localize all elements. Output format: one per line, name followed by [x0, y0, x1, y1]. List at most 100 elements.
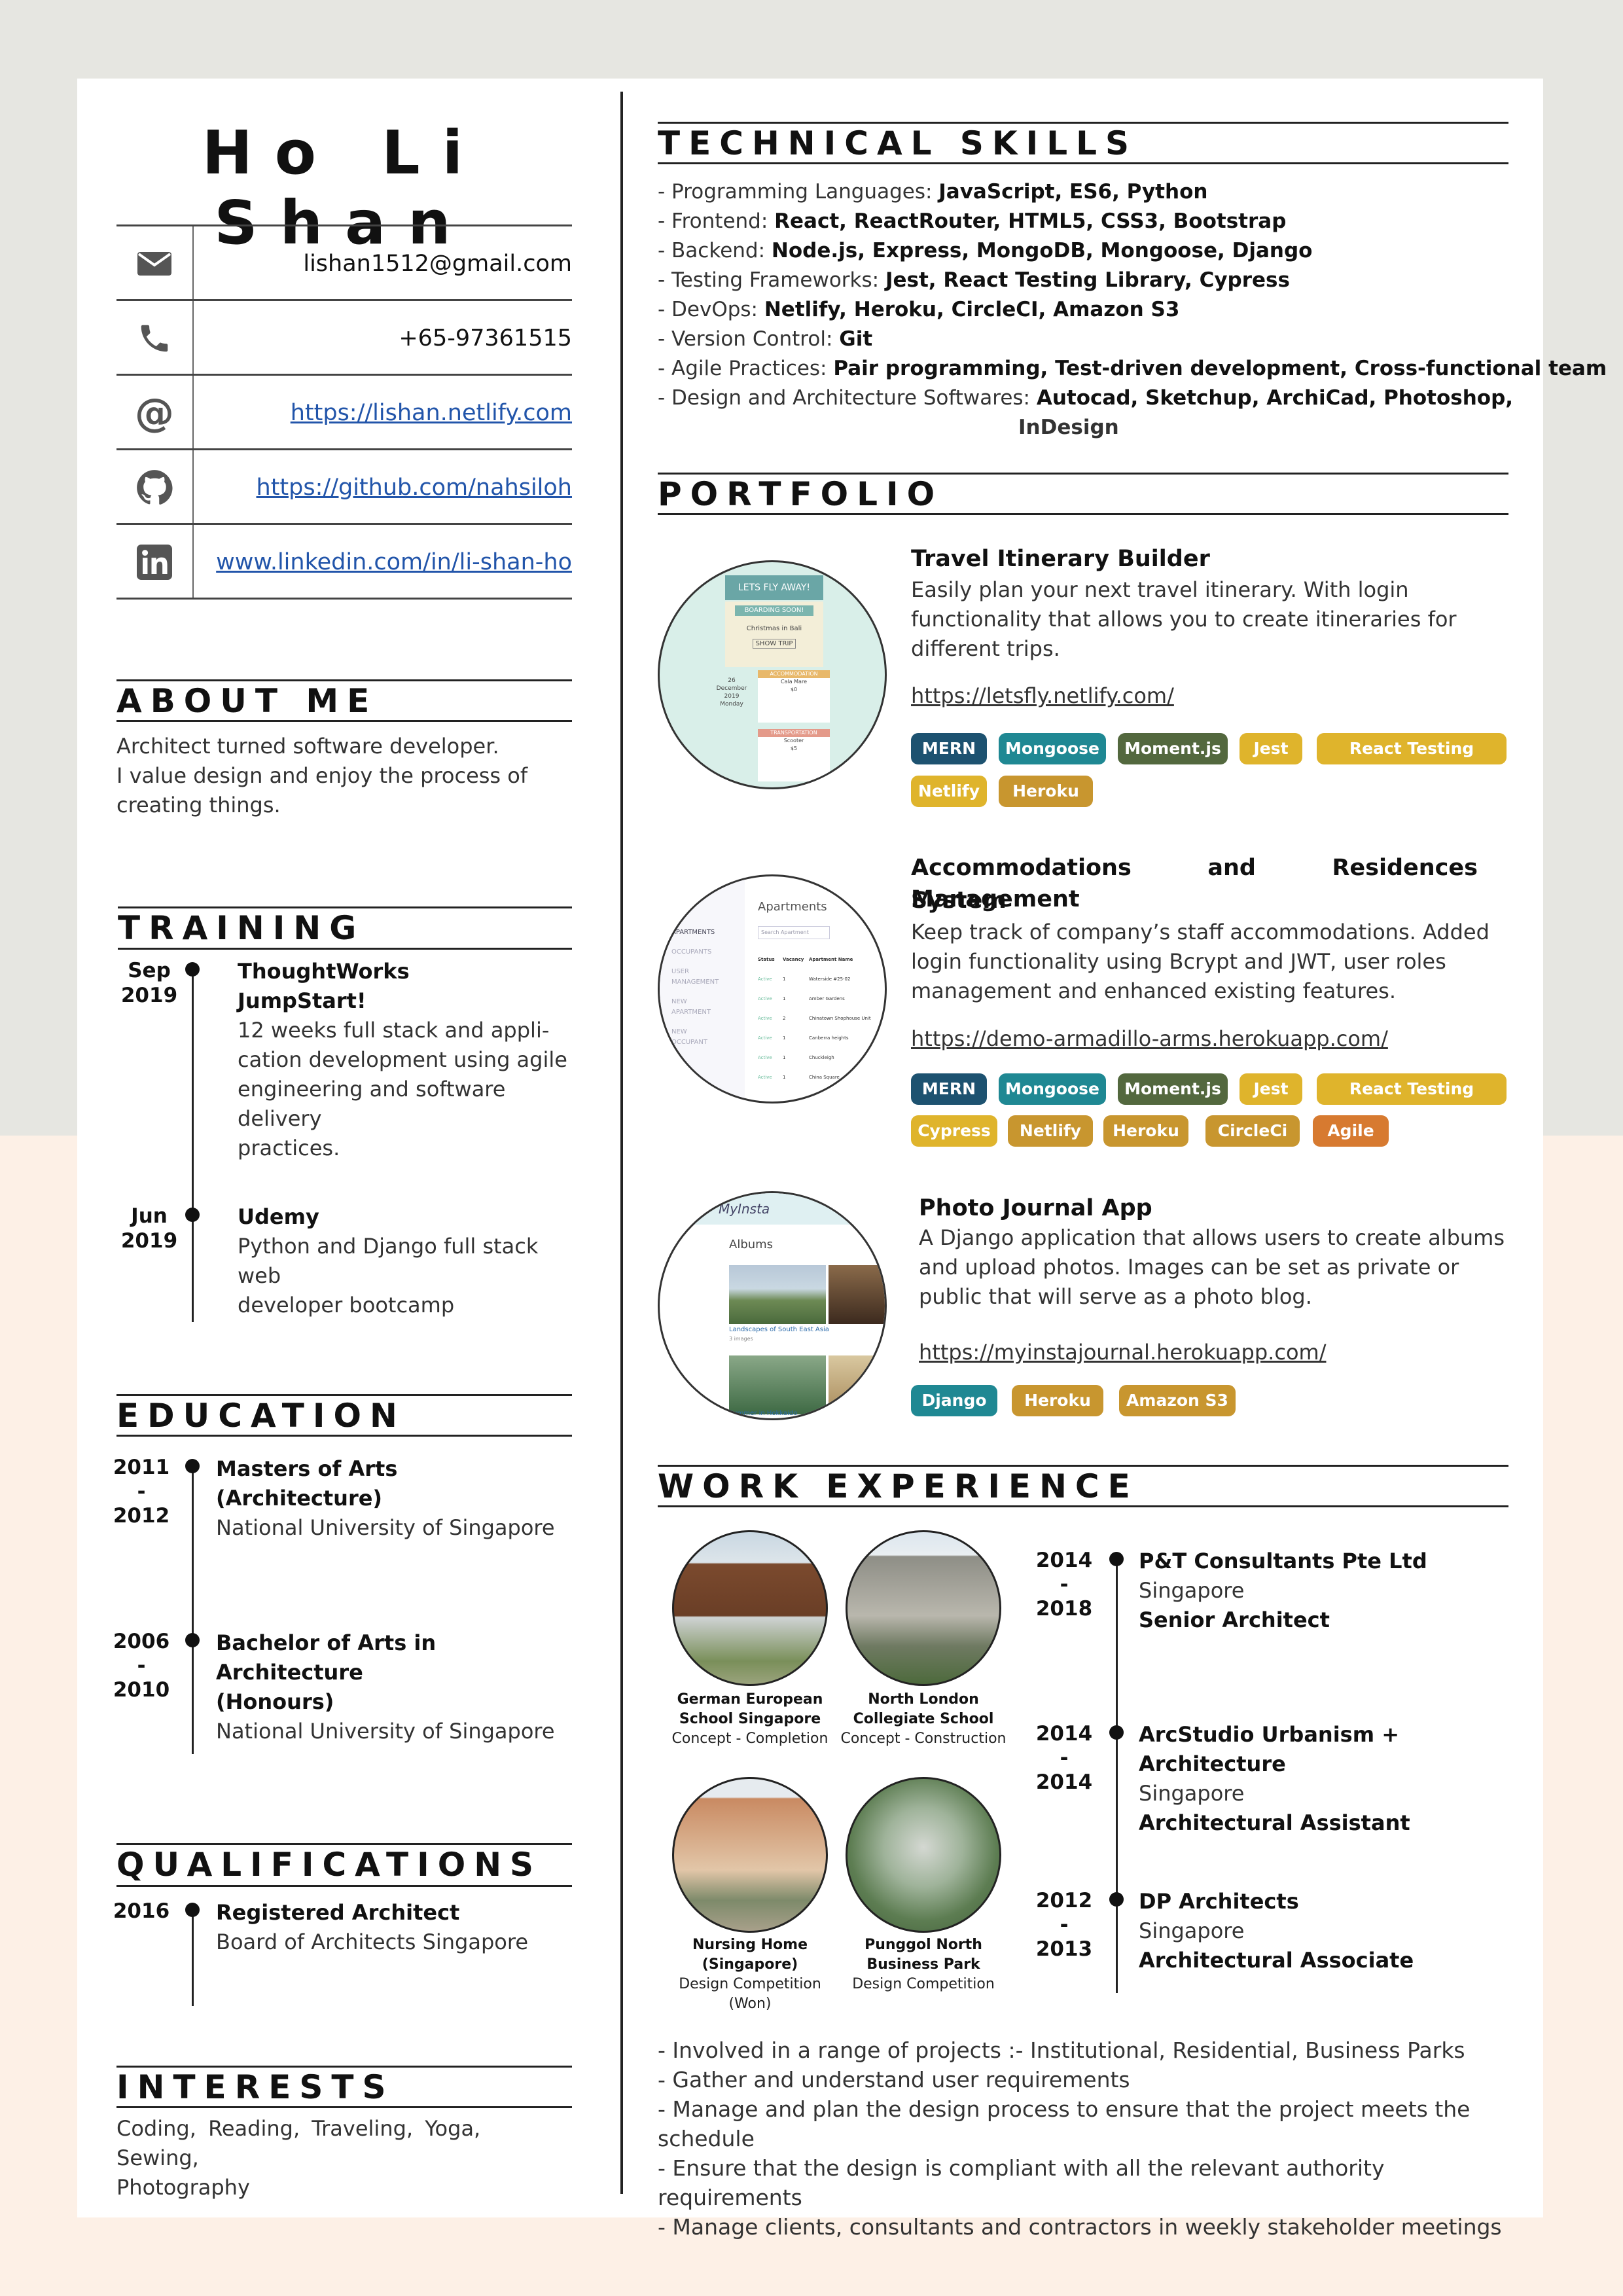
- project-caption: German European School Singapore Concept -…: [671, 1691, 829, 1747]
- education-item: Masters of Arts (Architecture) National Un…: [216, 1456, 555, 1540]
- contact-github-row: https://github.com/nahsiloh: [116, 448, 572, 525]
- timeline-dot: [1109, 1552, 1124, 1566]
- job-item: DP Architects Singapore Architectural Asso…: [1139, 1889, 1414, 1973]
- training-top-rule: [118, 906, 572, 908]
- linkedin-link[interactable]: www.linkedin.com/in/li-shan-ho: [216, 549, 572, 575]
- timeline-dot: [185, 962, 200, 977]
- portfolio-heading: PORTFOLIO: [658, 475, 944, 513]
- tag-momentjs: Moment.js: [1118, 733, 1228, 764]
- timeline-dot: [185, 1903, 200, 1917]
- training-date: Jun 2019: [120, 1204, 178, 1253]
- work-bottom-rule: [658, 1505, 1508, 1507]
- project-caption: North London Collegiate School Concept - C…: [840, 1691, 1007, 1747]
- tag-amazon-s3: Amazon S3: [1119, 1385, 1236, 1416]
- contact-website-row: @ https://lishan.netlify.com: [116, 374, 572, 450]
- qualification-item: Registered Architect Board of Architects …: [216, 1900, 528, 1954]
- project-title-continuation: System: [911, 888, 1007, 914]
- github-link[interactable]: https://github.com/nahsiloh: [257, 475, 572, 501]
- tag-mongoose: Mongoose: [999, 1073, 1106, 1105]
- tag-mern: MERN: [911, 733, 987, 764]
- tag-circleci: CircleCi: [1205, 1115, 1300, 1147]
- skill-row: - Testing Frameworks: Jest, React Testin…: [658, 268, 1290, 292]
- tag-react-testing-library: React Testing Library: [1317, 1073, 1507, 1130]
- tag-momentjs: Moment.js: [1118, 1073, 1228, 1105]
- qualifications-timeline: [192, 1908, 194, 2006]
- about-bottom-rule: [116, 720, 572, 722]
- website-link[interactable]: https://lishan.netlify.com: [291, 400, 572, 426]
- arms-app-screenshot: APARTMENTS OCCUPANTS USER MANAGEMENT NEW…: [658, 874, 887, 1103]
- work-top-rule: [658, 1465, 1508, 1467]
- contact-email-row: lishan1512@gmail.com: [116, 224, 572, 301]
- about-text: Architect turned software developer. I va…: [116, 734, 528, 817]
- project-caption: Punggol North Business Park Design Competi…: [852, 1937, 995, 1992]
- timeline-dot: [185, 1633, 200, 1647]
- qualifications-bottom-rule: [116, 1885, 572, 1887]
- photo-journal-screenshot: MyInsta Albums Landscapes of South East …: [658, 1191, 887, 1420]
- portfolio-top-rule: [658, 473, 1508, 475]
- project-link[interactable]: https://letsfly.netlify.com/: [911, 681, 1174, 711]
- tag-heroku: Heroku: [1103, 1115, 1188, 1147]
- project-title: Photo Journal App: [919, 1195, 1152, 1221]
- work-heading: WORK EXPERIENCE: [658, 1467, 1139, 1505]
- album-photo: [729, 1265, 826, 1324]
- education-item: Bachelor of Arts in Architecture (Honours…: [216, 1630, 555, 1744]
- tag-django: Django: [911, 1385, 997, 1416]
- interests-top-rule: [116, 2066, 572, 2068]
- tag-heroku: Heroku: [999, 776, 1093, 807]
- screenshot-table: Status Vacancy Apartment Name Active 1 Water…: [758, 957, 871, 1080]
- project-photo-nursing-home: [672, 1777, 828, 1933]
- training-bottom-rule: [118, 948, 572, 950]
- skills-heading: TECHNICAL SKILLS: [658, 124, 1137, 162]
- project-photo-north-london-school: [846, 1530, 1001, 1686]
- project-link[interactable]: https://demo-armadillo-arms.herokuapp.co…: [911, 1024, 1388, 1054]
- project-photo-punggol-business-park: [846, 1777, 1001, 1933]
- timeline-dot: [185, 1208, 200, 1222]
- work-timeline: [1116, 1558, 1118, 1993]
- album-photo: [829, 1265, 885, 1324]
- portfolio-bottom-rule: [658, 513, 1508, 515]
- envelope-icon: [116, 226, 194, 301]
- email-text[interactable]: lishan1512@gmail.com: [303, 226, 572, 301]
- interests-heading: INTERESTS: [116, 2068, 395, 2106]
- education-top-rule: [116, 1394, 572, 1396]
- work-bullets: - Involved in a range of projects :- Ins…: [658, 2037, 1502, 2240]
- linkedin-icon: [116, 525, 194, 600]
- skill-row: - Version Control: Git: [658, 327, 873, 351]
- job-item: ArcStudio Urbanism + Architecture Singapo…: [1139, 1722, 1410, 1835]
- skills-top-rule: [658, 122, 1508, 124]
- tag-cypress: Cypress: [911, 1115, 997, 1147]
- contact-bottom-rule: [116, 598, 572, 600]
- interests-text: Coding, Reading, Traveling, Yoga, Sewing…: [116, 2116, 481, 2200]
- job-date: 2014-2018: [1035, 1549, 1093, 1621]
- training-item: Udemy Python and Django full stack web de…: [238, 1204, 539, 1318]
- project-link[interactable]: https://myinstajournal.herokuapp.com/: [919, 1338, 1326, 1367]
- contact-linkedin-row: www.linkedin.com/in/li-shan-ho: [116, 523, 572, 600]
- skill-row: - Agile Practices: Pair programming, Tes…: [658, 357, 1607, 380]
- at-sign-icon: @: [116, 376, 194, 450]
- education-date: 2011-2012: [113, 1456, 170, 1528]
- job-date: 2012-2013: [1035, 1889, 1093, 1961]
- training-timeline: [192, 969, 194, 1322]
- skill-row: - DevOps: Netlify, Heroku, CircleCI, Ama…: [658, 298, 1180, 321]
- phone-icon: [116, 301, 194, 376]
- education-heading: EDUCATION: [116, 1397, 406, 1435]
- job-date: 2014-2014: [1035, 1722, 1093, 1794]
- phone-text[interactable]: +65-97361515: [399, 301, 572, 376]
- about-heading: ABOUT ME: [116, 682, 378, 720]
- tag-react-testing-library: React Testing Library: [1317, 733, 1507, 789]
- tag-mongoose: Mongoose: [999, 733, 1106, 764]
- album-photo: [729, 1355, 826, 1414]
- tag-jest: Jest: [1240, 1073, 1302, 1105]
- job-item: P&T Consultants Pte Ltd Singapore Senior A…: [1139, 1549, 1427, 1632]
- project-title: Travel Itinerary Builder: [911, 546, 1210, 572]
- qualifications-heading: QUALIFICATIONS: [116, 1846, 543, 1884]
- skill-row-continuation: InDesign: [1018, 416, 1119, 439]
- training-heading: TRAINING: [118, 909, 365, 947]
- github-icon: [116, 450, 194, 525]
- contact-phone-row: +65-97361515: [116, 299, 572, 376]
- training-date: Sep 2019: [120, 959, 178, 1007]
- travel-app-screenshot: LETS FLY AWAY! BOARDING SOON! Christmas …: [658, 560, 887, 789]
- tag-netlify: Netlify: [911, 776, 987, 807]
- qualification-date: 2016: [113, 1899, 170, 1923]
- skill-row: - Frontend: React, ReactRouter, HTML5, C…: [658, 209, 1287, 233]
